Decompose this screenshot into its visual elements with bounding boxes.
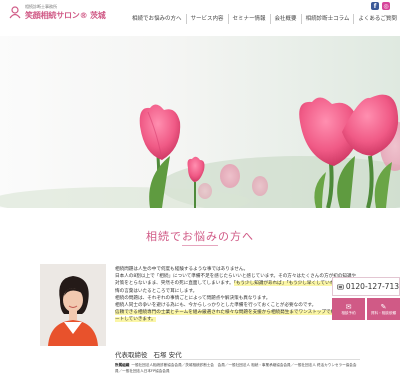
intro-highlight: 「もう少し知識があれば」「もう少し早くしていれば」 — [233, 281, 344, 287]
consult-booking-label: 相談予約 — [341, 310, 356, 315]
social-links: f ◎ — [371, 2, 390, 10]
representative-name: 代表取締役 石塚 安代 — [115, 349, 182, 359]
intro-text: 相続問題は人生の中で何度も経験するような事ではありません。 日本人の8割以上で「… — [115, 266, 360, 324]
logo-name[interactable]: 笑顔相続サロン® 茨城 — [25, 10, 106, 21]
document-request-label: 資料・相談依頼 — [370, 310, 397, 315]
facebook-icon[interactable]: f — [371, 2, 379, 10]
nav-item-worries[interactable]: 相続でお悩みの方へ — [128, 14, 186, 24]
affil-text: 一般社団法人相続診断協会会員／茨城相続診断士会 会員／一般社団法人 相続・事業承… — [115, 363, 357, 373]
nav-item-services[interactable]: サービス内容 — [185, 14, 228, 24]
phone-number[interactable]: 0120-127-713 — [346, 282, 399, 291]
instagram-icon[interactable]: ◎ — [382, 2, 390, 10]
intro-paragraph-1: 相続問題は人生の中で何度も経験するような事ではありません。 日本人の8割以上で「… — [115, 266, 360, 295]
rep-divider — [115, 359, 360, 360]
intro-line: 相続の問題は、それぞれの事情ごとによって問題点や解決策も異なります。 — [115, 295, 271, 301]
logo-mark-icon[interactable] — [8, 5, 22, 19]
nav-item-column[interactable]: 相続診断士コラム — [300, 14, 354, 24]
nav-item-company[interactable]: 会社概要 — [269, 14, 301, 24]
representative-photo — [40, 264, 106, 346]
site-header: 相続診断士事務所 笑顔相続サロン® 茨城 f ◎ 相続でお悩みの方へ サービス内… — [0, 0, 400, 36]
mail-icon: ✉ — [345, 302, 352, 311]
main-nav: 相続でお悩みの方へ サービス内容 セミナー情報 会社概要 相続診断士コラム よく… — [128, 14, 400, 24]
rep-role: 代表取締役 — [115, 351, 148, 359]
intro-paragraph-2: 相続の問題は、それぞれの事情ごとによって問題点や解決策も異なります。 相続人同士… — [115, 295, 360, 324]
affil-label: 所属組織 — [115, 363, 130, 367]
consult-booking-button[interactable]: ✉ 相談予約 — [332, 298, 365, 320]
title-divider — [182, 245, 218, 246]
nav-item-faq[interactable]: よくあるご質問 — [353, 14, 400, 24]
pen-icon: ✎ — [380, 302, 387, 311]
intro-line: 相続人同士の争いを避ける為にも、今からしっかりとした準備を行っておくことが必要な… — [115, 303, 317, 309]
hero-tulip-image — [0, 36, 400, 208]
rep-name: 石塚 安代 — [153, 351, 182, 359]
phone-icon — [337, 284, 344, 289]
phone-box[interactable]: 0120-127-713 — [332, 277, 400, 296]
document-request-button[interactable]: ✎ 資料・相談依頼 — [367, 298, 400, 320]
intro-highlight: 信頼できる相続専門の士業とチームを組み厳選された様々な問題を支援から相続発生まで… — [115, 310, 359, 323]
section-title: 相続でお悩みの方へ — [146, 230, 254, 243]
nav-item-seminar[interactable]: セミナー情報 — [227, 14, 270, 24]
affiliations: 所属組織 一般社団法人相続診断協会会員／茨城相続診断士会 会員／一般社団法人 相続… — [115, 362, 360, 374]
intro-line: 相続問題は人生の中で何度も経験するような事ではありません。 — [115, 267, 249, 272]
